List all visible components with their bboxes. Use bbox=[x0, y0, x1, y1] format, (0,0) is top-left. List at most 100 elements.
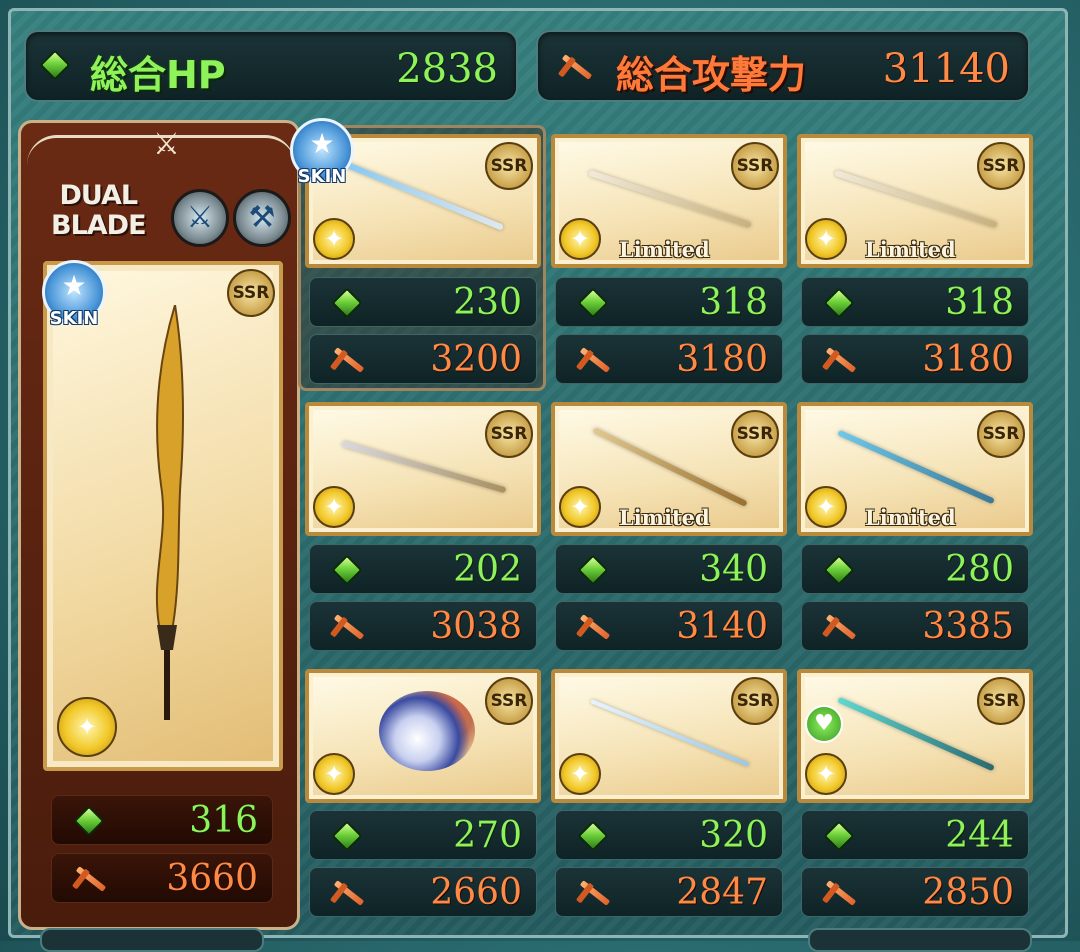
hp-value: 230 bbox=[453, 282, 522, 323]
blade-art bbox=[379, 691, 475, 771]
main-skin-badge: ★ SKIN bbox=[42, 260, 106, 329]
favorite-heart-icon[interactable]: ♥ bbox=[805, 705, 843, 743]
ssr-badge: SSR bbox=[485, 677, 533, 725]
limited-label: Limited bbox=[865, 237, 956, 262]
light-element-icon: ✦ bbox=[559, 218, 601, 260]
attack-value: 3180 bbox=[922, 339, 1014, 380]
main-weapon-card[interactable]: SSR ✦ bbox=[43, 261, 283, 771]
attack-value: 3140 bbox=[676, 606, 768, 647]
ssr-badge: SSR bbox=[731, 142, 779, 190]
ssr-badge: SSR bbox=[227, 269, 275, 317]
weapon-8-hp: 320 bbox=[555, 810, 783, 860]
hp-value: 270 bbox=[453, 815, 522, 856]
blade-art bbox=[344, 161, 504, 231]
main-hp-value: 316 bbox=[189, 800, 258, 841]
ssr-badge: SSR bbox=[977, 410, 1025, 458]
weapon-card-9[interactable]: SSR ♥ ✦ bbox=[797, 669, 1033, 803]
skin-label: SKIN bbox=[49, 308, 99, 329]
weapon-3-attack: 3180 bbox=[801, 334, 1029, 384]
bottom-button-right[interactable] bbox=[808, 928, 1032, 952]
class-label-line1: DUAL bbox=[59, 180, 138, 211]
limited-label: Limited bbox=[865, 505, 956, 530]
ssr-badge: SSR bbox=[977, 677, 1025, 725]
light-element-icon: ✦ bbox=[559, 753, 601, 795]
sword-icon bbox=[328, 876, 368, 910]
weapon-card-3[interactable]: SSR ✦ Limited bbox=[797, 134, 1033, 268]
attack-value: 2850 bbox=[922, 872, 1014, 913]
sword-icon bbox=[820, 876, 860, 910]
weapon-1-attack: 3200 bbox=[309, 334, 537, 384]
weapon-card-4[interactable]: SSR ✦ bbox=[305, 402, 541, 536]
light-element-icon: ✦ bbox=[313, 486, 355, 528]
gem-icon bbox=[331, 820, 363, 852]
total-hp-label: 総合HP bbox=[90, 53, 226, 97]
blade-art bbox=[592, 427, 748, 507]
main-attack-value: 3660 bbox=[166, 858, 258, 899]
skin-star-icon: ★ bbox=[61, 269, 87, 302]
weapon-4-attack: 3038 bbox=[309, 601, 537, 651]
total-attack-box: 総合攻撃力 31140 bbox=[536, 30, 1030, 102]
gem-icon bbox=[331, 287, 363, 319]
blade-art bbox=[837, 696, 995, 772]
bottom-button-left[interactable] bbox=[40, 928, 264, 952]
sword-icon bbox=[820, 343, 860, 377]
total-hp-box: 総合HP 2838 bbox=[24, 30, 518, 102]
blade-art bbox=[834, 169, 998, 229]
blade-art bbox=[588, 169, 752, 229]
sword-icon bbox=[328, 610, 368, 644]
weapon-class-label: DUAL BLADE bbox=[51, 180, 147, 241]
skin-star-icon: ★ bbox=[309, 127, 335, 160]
main-blade-art bbox=[155, 305, 184, 720]
weapon-7-hp: 270 bbox=[309, 810, 537, 860]
attack-value: 3038 bbox=[430, 606, 522, 647]
weapon-4-hp: 202 bbox=[309, 544, 537, 594]
gem-icon bbox=[577, 554, 609, 586]
light-element-icon: ✦ bbox=[313, 753, 355, 795]
weapon-card-5[interactable]: SSR ✦ Limited bbox=[551, 402, 787, 536]
gem-icon bbox=[823, 287, 855, 319]
weapon-2-attack: 3180 bbox=[555, 334, 783, 384]
attack-value: 2660 bbox=[430, 872, 522, 913]
main-weapon-panel[interactable]: ⚔ DUAL BLADE ⚔ ⚒ SSR ✦ 316 3660 bbox=[18, 120, 300, 930]
weapon-5-attack: 3140 bbox=[555, 601, 783, 651]
limited-label: Limited bbox=[619, 505, 710, 530]
blade-art bbox=[590, 699, 750, 767]
weapon-1-hp: 230 bbox=[309, 277, 537, 327]
weapon-card-2[interactable]: SSR ✦ Limited bbox=[551, 134, 787, 268]
gem-icon bbox=[39, 49, 71, 81]
weapon-2-hp: 318 bbox=[555, 277, 783, 327]
specialty-icon-1: ⚔ bbox=[171, 189, 229, 247]
sword-icon bbox=[820, 610, 860, 644]
class-label-line2: BLADE bbox=[51, 210, 147, 241]
blade-art bbox=[341, 440, 507, 494]
attack-value: 2847 bbox=[676, 872, 768, 913]
sword-icon bbox=[574, 610, 614, 644]
light-element-icon: ✦ bbox=[313, 218, 355, 260]
weapon-card-8[interactable]: SSR ✦ bbox=[551, 669, 787, 803]
light-element-icon: ✦ bbox=[805, 218, 847, 260]
ssr-badge: SSR bbox=[731, 410, 779, 458]
main-attack-stat: 3660 bbox=[51, 853, 273, 903]
attack-value: 3385 bbox=[922, 606, 1014, 647]
wind-element-icon: ✦ bbox=[57, 697, 117, 757]
weapon-skin-badge: ★ SKIN bbox=[290, 118, 354, 187]
weapon-card-6[interactable]: SSR ✦ Limited bbox=[797, 402, 1033, 536]
weapon-6-hp: 280 bbox=[801, 544, 1029, 594]
gem-icon bbox=[577, 820, 609, 852]
sword-icon bbox=[574, 343, 614, 377]
weapon-5-hp: 340 bbox=[555, 544, 783, 594]
weapon-card-7[interactable]: SSR ✦ bbox=[305, 669, 541, 803]
sword-icon bbox=[556, 50, 596, 84]
light-element-icon: ✦ bbox=[805, 753, 847, 795]
weapon-7-attack: 2660 bbox=[309, 867, 537, 917]
hp-value: 318 bbox=[699, 282, 768, 323]
specialty-icon-2: ⚒ bbox=[233, 189, 291, 247]
hp-value: 320 bbox=[699, 815, 768, 856]
weapon-8-attack: 2847 bbox=[555, 867, 783, 917]
ssr-badge: SSR bbox=[485, 142, 533, 190]
weapon-6-attack: 3385 bbox=[801, 601, 1029, 651]
crossed-swords-icon: ⚔ bbox=[153, 127, 180, 162]
ssr-badge: SSR bbox=[731, 677, 779, 725]
gem-icon bbox=[823, 820, 855, 852]
light-element-icon: ✦ bbox=[805, 486, 847, 528]
